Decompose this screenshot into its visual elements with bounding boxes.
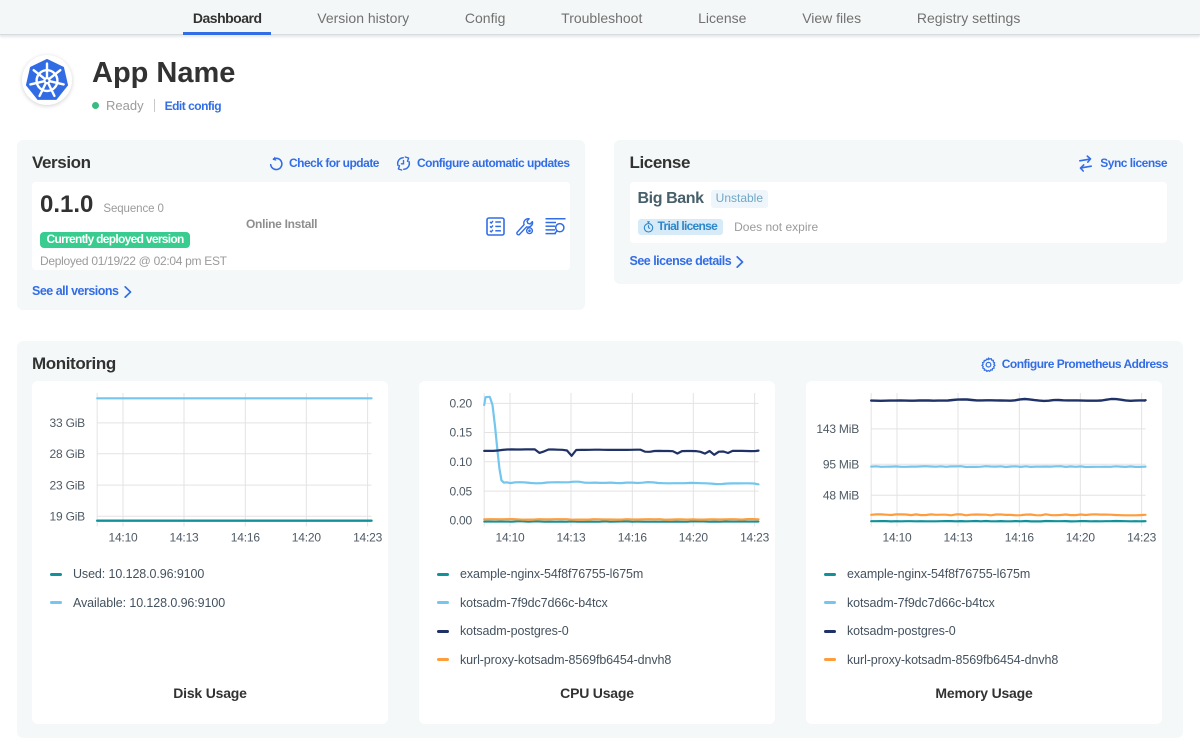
svg-text:14:13: 14:13: [169, 531, 199, 545]
svg-text:33 GiB: 33 GiB: [50, 416, 86, 430]
svg-text:19 GiB: 19 GiB: [50, 509, 86, 523]
svg-text:48 MiB: 48 MiB: [823, 489, 859, 503]
svg-text:0.15: 0.15: [449, 426, 472, 440]
svg-text:14:10: 14:10: [495, 531, 525, 545]
svg-text:14:10: 14:10: [108, 531, 138, 545]
svg-text:14:10: 14:10: [882, 531, 912, 545]
svg-text:0.05: 0.05: [449, 484, 472, 498]
svg-text:28 GiB: 28 GiB: [50, 447, 86, 461]
svg-text:0.00: 0.00: [449, 513, 472, 527]
svg-text:14:16: 14:16: [1005, 531, 1035, 545]
svg-text:95 MiB: 95 MiB: [823, 457, 859, 471]
svg-text:14:13: 14:13: [943, 531, 973, 545]
svg-text:14:13: 14:13: [556, 531, 586, 545]
svg-text:14:23: 14:23: [1127, 531, 1156, 545]
svg-text:14:20: 14:20: [1066, 531, 1096, 545]
svg-text:14:23: 14:23: [740, 531, 769, 545]
svg-text:14:23: 14:23: [353, 531, 382, 545]
svg-text:14:20: 14:20: [292, 531, 322, 545]
svg-text:14:16: 14:16: [231, 531, 261, 545]
svg-text:23 GiB: 23 GiB: [50, 478, 86, 492]
svg-text:143 MiB: 143 MiB: [816, 422, 859, 436]
svg-text:14:20: 14:20: [679, 531, 709, 545]
svg-text:0.10: 0.10: [449, 455, 472, 469]
svg-text:0.20: 0.20: [449, 397, 472, 411]
svg-text:14:16: 14:16: [618, 531, 648, 545]
